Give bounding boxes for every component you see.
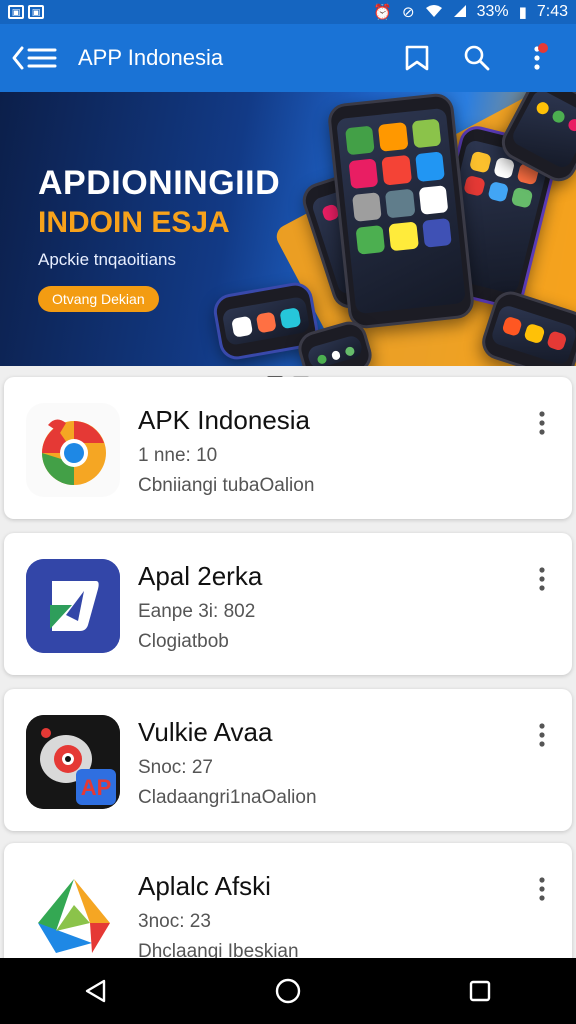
more-vert-icon[interactable] <box>528 871 556 907</box>
banner-tagline: Apckie tnqaoitians <box>38 250 176 269</box>
app-card-apal-2erka[interactable]: Apal 2erka Eanpe 3i: 802 Clogiatbob <box>4 533 572 675</box>
bookmark-icon[interactable] <box>390 31 444 85</box>
app-name: Vulkie Avaa <box>138 717 273 747</box>
nav-recents-icon[interactable] <box>450 961 510 1021</box>
status-right: ⏰ ⊘ 33% ▮ 7:43 <box>373 3 568 21</box>
system-nav-bar <box>0 958 576 1024</box>
app-category: Clogiatbob <box>138 631 229 652</box>
nav-home-icon[interactable] <box>258 961 318 1021</box>
no-sim-icon: ⊘ <box>401 3 415 21</box>
promo-banner[interactable]: APDIONINGIID INDOIN ESJA Apckie tnqaoiti… <box>0 92 576 366</box>
notification-icon: ▣ <box>28 5 44 19</box>
drive-like-icon <box>26 869 120 963</box>
wifi-icon <box>425 4 443 21</box>
more-vert-icon[interactable] <box>510 31 564 85</box>
more-vert-icon[interactable] <box>528 561 556 597</box>
signal-icon <box>453 4 467 21</box>
app-name: Apal 2erka <box>138 561 263 591</box>
app-meta: Snoc: 27 <box>138 757 213 778</box>
app-name: APK Indonesia <box>138 405 311 435</box>
app-meta: Eanpe 3i: 802 <box>138 601 256 622</box>
app-card-vulkie-avaa[interactable]: AP Vulkie Avaa Snoc: 27 Cladaangri1naOal… <box>4 689 572 831</box>
notification-icon: ▣ <box>8 5 24 19</box>
app-meta: 1 nne: 10 <box>138 445 218 466</box>
app-category: Cladaangri1naOalion <box>138 787 317 808</box>
chrome-like-icon <box>26 403 120 497</box>
back-menu-icon[interactable] <box>0 24 70 92</box>
battery-icon: ▮ <box>518 3 527 21</box>
nav-back-icon[interactable] <box>66 961 126 1021</box>
status-left: ▣ ▣ <box>8 5 44 19</box>
app-card-apk-indonesia[interactable]: APK Indonesia 1 nne: 10 Cbniiangi tubaOa… <box>4 377 572 519</box>
icon-badge-text: AP <box>81 775 112 800</box>
ap-mascot-icon: AP <box>26 715 120 809</box>
status-bar: ▣ ▣ ⏰ ⊘ 33% ▮ 7:43 <box>0 0 576 24</box>
phone-illustration <box>326 92 476 330</box>
app-bar: APP Indonesia <box>0 24 576 92</box>
clock: 7:43 <box>536 3 568 20</box>
more-vert-icon[interactable] <box>528 717 556 753</box>
app-bar-actions <box>390 31 576 85</box>
banner-title: APDIONINGIID <box>38 164 281 202</box>
app-name: Aplalc Afski <box>138 871 271 901</box>
app-meta: 3noc: 23 <box>138 911 211 932</box>
alarm-icon: ⏰ <box>373 3 392 21</box>
banner-cta-button[interactable]: Otvang Dekian <box>38 286 159 312</box>
search-icon[interactable] <box>450 31 504 85</box>
page-title: APP Indonesia <box>78 45 224 70</box>
battery-level: 33% <box>476 3 509 20</box>
play-arrow-icon <box>26 559 120 653</box>
app-category: Cbniiangi tubaOalion <box>138 475 315 496</box>
notification-dot <box>538 43 548 53</box>
banner-subtitle: INDOIN ESJA <box>38 206 230 239</box>
more-vert-icon[interactable] <box>528 405 556 441</box>
